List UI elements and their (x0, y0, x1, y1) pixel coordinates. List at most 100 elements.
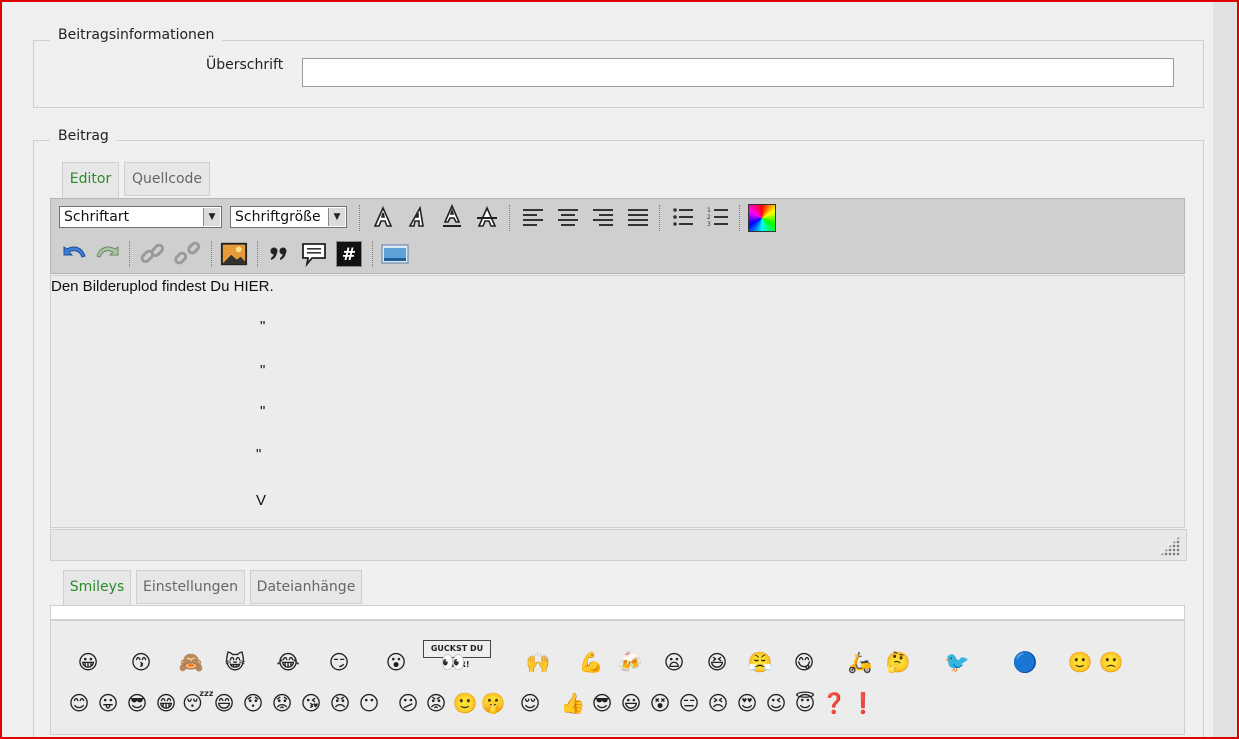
smiley-icon[interactable]: 😡 (423, 690, 449, 716)
smiley-icon[interactable]: ❓ (821, 690, 847, 716)
toolbar-separator (659, 205, 660, 231)
toolbar-separator (739, 205, 740, 231)
smiley-icon[interactable]: 😏 (326, 649, 352, 675)
post-info-legend: Beitragsinformationen (50, 27, 223, 43)
smiley-icon[interactable]: 😵 (647, 690, 673, 716)
svg-text:1: 1 (707, 207, 711, 214)
smiley-icon[interactable]: 👍 (560, 690, 586, 716)
smiley-icon[interactable]: 😌 (517, 690, 543, 716)
toolbar-separator (359, 205, 360, 231)
unlink-icon[interactable] (173, 240, 201, 268)
smiley-icon[interactable]: 😋 (791, 649, 817, 675)
smiley-icon[interactable]: 😀 (75, 649, 101, 675)
smiley-icon[interactable]: 😄 (211, 690, 237, 716)
smiley-icon[interactable]: 💪 (578, 649, 604, 675)
smiley-icon[interactable]: 😦 (661, 649, 687, 675)
bullet-list-icon[interactable] (669, 203, 697, 231)
smiley-icon[interactable]: 😣 (705, 690, 731, 716)
undo-icon[interactable] (60, 240, 88, 268)
smiley-icon[interactable]: 😆 (704, 649, 730, 675)
color-picker-icon[interactable] (748, 204, 776, 232)
smiley-icon[interactable]: 😑 (676, 690, 702, 716)
smiley-icon[interactable]: 🙁 (1098, 649, 1124, 675)
smiley-icon[interactable]: 😮 (383, 649, 409, 675)
smiley-icon[interactable]: 🍻 (617, 649, 643, 675)
smiley-icon[interactable]: 🔵 (1012, 649, 1038, 675)
editor-line: " (256, 446, 262, 463)
smiley-icon[interactable]: 😇 (792, 690, 818, 716)
smiley-icon[interactable]: ❗ (850, 690, 876, 716)
smiley-icon[interactable]: 🙂 (1067, 649, 1093, 675)
smiley-icon[interactable]: 😉 (763, 690, 789, 716)
toolbar-separator (211, 241, 212, 267)
align-justify-icon[interactable] (624, 203, 652, 231)
editor-line: Den Bilderuplod findest Du HIER. (51, 278, 274, 295)
numbered-list-icon[interactable]: 123 (704, 203, 732, 231)
tab-attachments[interactable]: Dateianhänge (250, 570, 362, 604)
underline-icon[interactable] (438, 203, 466, 231)
font-size-select[interactable]: Schriftgröße ▼ (230, 206, 347, 228)
editor-line: " (260, 362, 266, 379)
smiley-icon[interactable]: 😛 (95, 690, 121, 716)
resize-grip-icon[interactable] (1160, 536, 1180, 556)
svg-text:2: 2 (707, 214, 711, 221)
align-center-icon[interactable] (554, 203, 582, 231)
font-select-value: Schriftart (64, 209, 130, 225)
post-legend: Beitrag (50, 128, 117, 144)
smiley-icon[interactable]: 😟 (269, 690, 295, 716)
smiley-icon[interactable]: 😊 (66, 690, 92, 716)
smiley-icon[interactable]: 🐦 (944, 649, 970, 675)
font-select[interactable]: Schriftart ▼ (59, 206, 222, 228)
tab-source[interactable]: Quellcode (124, 162, 210, 196)
tab-panel-top (50, 605, 1185, 620)
smiley-icon[interactable]: 🛵 (847, 649, 873, 675)
smiley-icon[interactable]: 🤫 (480, 690, 506, 716)
strikethrough-icon[interactable] (473, 203, 501, 231)
smiley-icon[interactable]: 😎 (589, 690, 615, 716)
toolbar-separator (129, 241, 130, 267)
link-icon[interactable] (138, 240, 166, 268)
bold-icon[interactable] (369, 203, 397, 231)
code-icon[interactable]: # (335, 240, 363, 268)
tab-smileys[interactable]: Smileys (63, 570, 131, 606)
smiley-icon[interactable]: 😃 (618, 690, 644, 716)
speech-bubble-icon[interactable] (300, 240, 328, 268)
tab-editor[interactable]: Editor (62, 162, 119, 198)
smiley-icon[interactable]: 😴 (182, 690, 214, 716)
subject-input[interactable] (302, 58, 1174, 87)
media-icon[interactable] (381, 240, 409, 268)
subject-label: Überschrift (206, 57, 284, 73)
editor-line: " (260, 318, 266, 335)
smiley-icon[interactable]: 😤 (747, 649, 773, 675)
smiley-icon[interactable]: 😯 (240, 690, 266, 716)
align-right-icon[interactable] (589, 203, 617, 231)
align-left-icon[interactable] (519, 203, 547, 231)
editor-content[interactable] (50, 275, 1185, 528)
toolbar-separator (257, 241, 258, 267)
redo-icon[interactable] (94, 240, 122, 268)
smiley-icon[interactable]: 😁 (153, 690, 179, 716)
smiley-icon[interactable]: 😸 (222, 649, 248, 675)
smiley-icon[interactable]: 🤔 (885, 649, 911, 675)
smiley-icon[interactable]: 😘 (298, 690, 324, 716)
smiley-icon[interactable]: 😎 (124, 690, 150, 716)
smiley-icon[interactable]: 😠 (327, 690, 353, 716)
smiley-icon[interactable]: 👀 (440, 649, 466, 675)
toolbar-separator (509, 205, 510, 231)
svg-text:3: 3 (707, 221, 711, 228)
smiley-icon[interactable]: 🙌 (525, 649, 551, 675)
smiley-icon[interactable]: 😍 (734, 690, 760, 716)
smiley-icon[interactable]: 😂 (275, 649, 301, 675)
italic-icon[interactable] (403, 203, 431, 231)
quote-icon[interactable] (265, 240, 293, 268)
smiley-icon[interactable]: 😕 (395, 690, 421, 716)
tab-settings[interactable]: Einstellungen (136, 570, 245, 604)
toolbar-separator (372, 241, 373, 267)
smiley-icon[interactable]: 😶 (356, 690, 382, 716)
font-size-select-value: Schriftgröße (235, 209, 321, 225)
smiley-icon[interactable]: 😙 (128, 649, 154, 675)
smiley-icon[interactable]: 🙂 (452, 690, 478, 716)
image-icon[interactable] (220, 240, 248, 268)
chevron-down-icon: ▼ (203, 208, 220, 226)
smiley-icon[interactable]: 🙈 (178, 649, 204, 675)
